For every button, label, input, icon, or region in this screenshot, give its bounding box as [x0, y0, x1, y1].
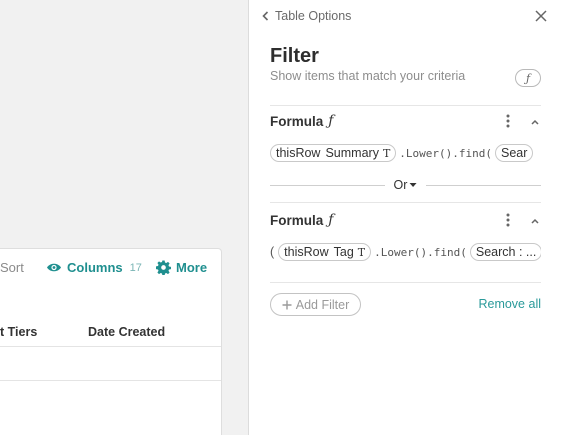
more-label: More — [176, 260, 208, 275]
table-toolbar: Sort Columns 17 More — [0, 259, 221, 279]
sort-button[interactable]: Sort — [0, 260, 24, 275]
text-type-icon: T — [382, 146, 391, 160]
filter-heading: Formula ƒ — [270, 113, 333, 129]
table-header-row: t Tiers Date Created — [0, 323, 221, 347]
formula-icon: ƒ — [328, 212, 334, 228]
logic-operator-row: Or — [270, 178, 541, 194]
filter-type-label: Formula — [270, 212, 324, 228]
formula-expression[interactable]: thisRow Summary T .Lower().find( Sear — [270, 142, 541, 164]
formula-token-row: thisRow Summary T — [270, 144, 397, 162]
gear-icon — [156, 260, 171, 275]
add-filter-button[interactable]: Add Filter — [270, 293, 361, 316]
logic-operator-dropdown[interactable]: Or — [390, 178, 421, 192]
more-vertical-icon[interactable] — [503, 113, 513, 129]
back-to-table-options[interactable]: Table Options — [262, 9, 351, 23]
page-subtitle: Show items that match your criteria — [270, 69, 466, 83]
columns-count: 17 — [129, 261, 142, 274]
chevron-left-icon — [262, 11, 269, 21]
plus-icon — [282, 300, 292, 309]
filter-type-label: Formula — [270, 113, 324, 129]
eye-icon — [47, 263, 61, 272]
formula-toggle-button[interactable]: ƒ — [515, 69, 541, 87]
chevron-up-icon[interactable] — [529, 215, 541, 227]
page-title: Filter — [270, 45, 319, 67]
filter-heading: Formula ƒ — [270, 212, 333, 228]
close-icon[interactable] — [533, 8, 549, 24]
table-row-divider — [0, 380, 221, 381]
add-filter-label: Add Filter — [295, 297, 350, 312]
divider — [270, 185, 385, 186]
formula-token-arg: Sear — [495, 144, 534, 162]
column-header[interactable]: t Tiers — [0, 325, 37, 339]
caret-down-icon — [409, 183, 417, 187]
text-type-icon: T — [357, 245, 366, 259]
table-card: Sort Columns 17 More t Tiers Date Create… — [0, 248, 222, 435]
filter-panel: Table Options Filter Show items that mat… — [248, 0, 561, 435]
formula-token-row: thisRow Tag T — [278, 243, 372, 261]
formula-paren: ( — [270, 245, 275, 259]
formula-call: .Lower().find( — [399, 146, 493, 160]
logic-operator-label: Or — [393, 178, 408, 192]
columns-button[interactable]: Columns 17 — [46, 260, 142, 275]
breadcrumb: Table Options — [275, 9, 352, 23]
column-header[interactable]: Date Created — [88, 325, 165, 339]
divider — [426, 185, 541, 186]
columns-label: Columns — [67, 260, 123, 275]
remove-all-link[interactable]: Remove all — [478, 297, 541, 311]
divider — [270, 105, 541, 106]
divider — [270, 282, 541, 283]
formula-icon: ƒ — [328, 113, 334, 129]
chevron-up-icon[interactable] — [529, 116, 541, 128]
formula-token-arg: Search : ... — [469, 243, 541, 261]
divider — [270, 202, 541, 203]
formula-call: .Lower().find( — [374, 245, 467, 259]
table-background: Sort Columns 17 More t Tiers Date Create… — [0, 0, 248, 435]
more-button[interactable]: More — [156, 260, 207, 275]
more-vertical-icon[interactable] — [503, 212, 513, 228]
formula-expression[interactable]: ( thisRow Tag T .Lower().find( Search : … — [270, 241, 541, 263]
